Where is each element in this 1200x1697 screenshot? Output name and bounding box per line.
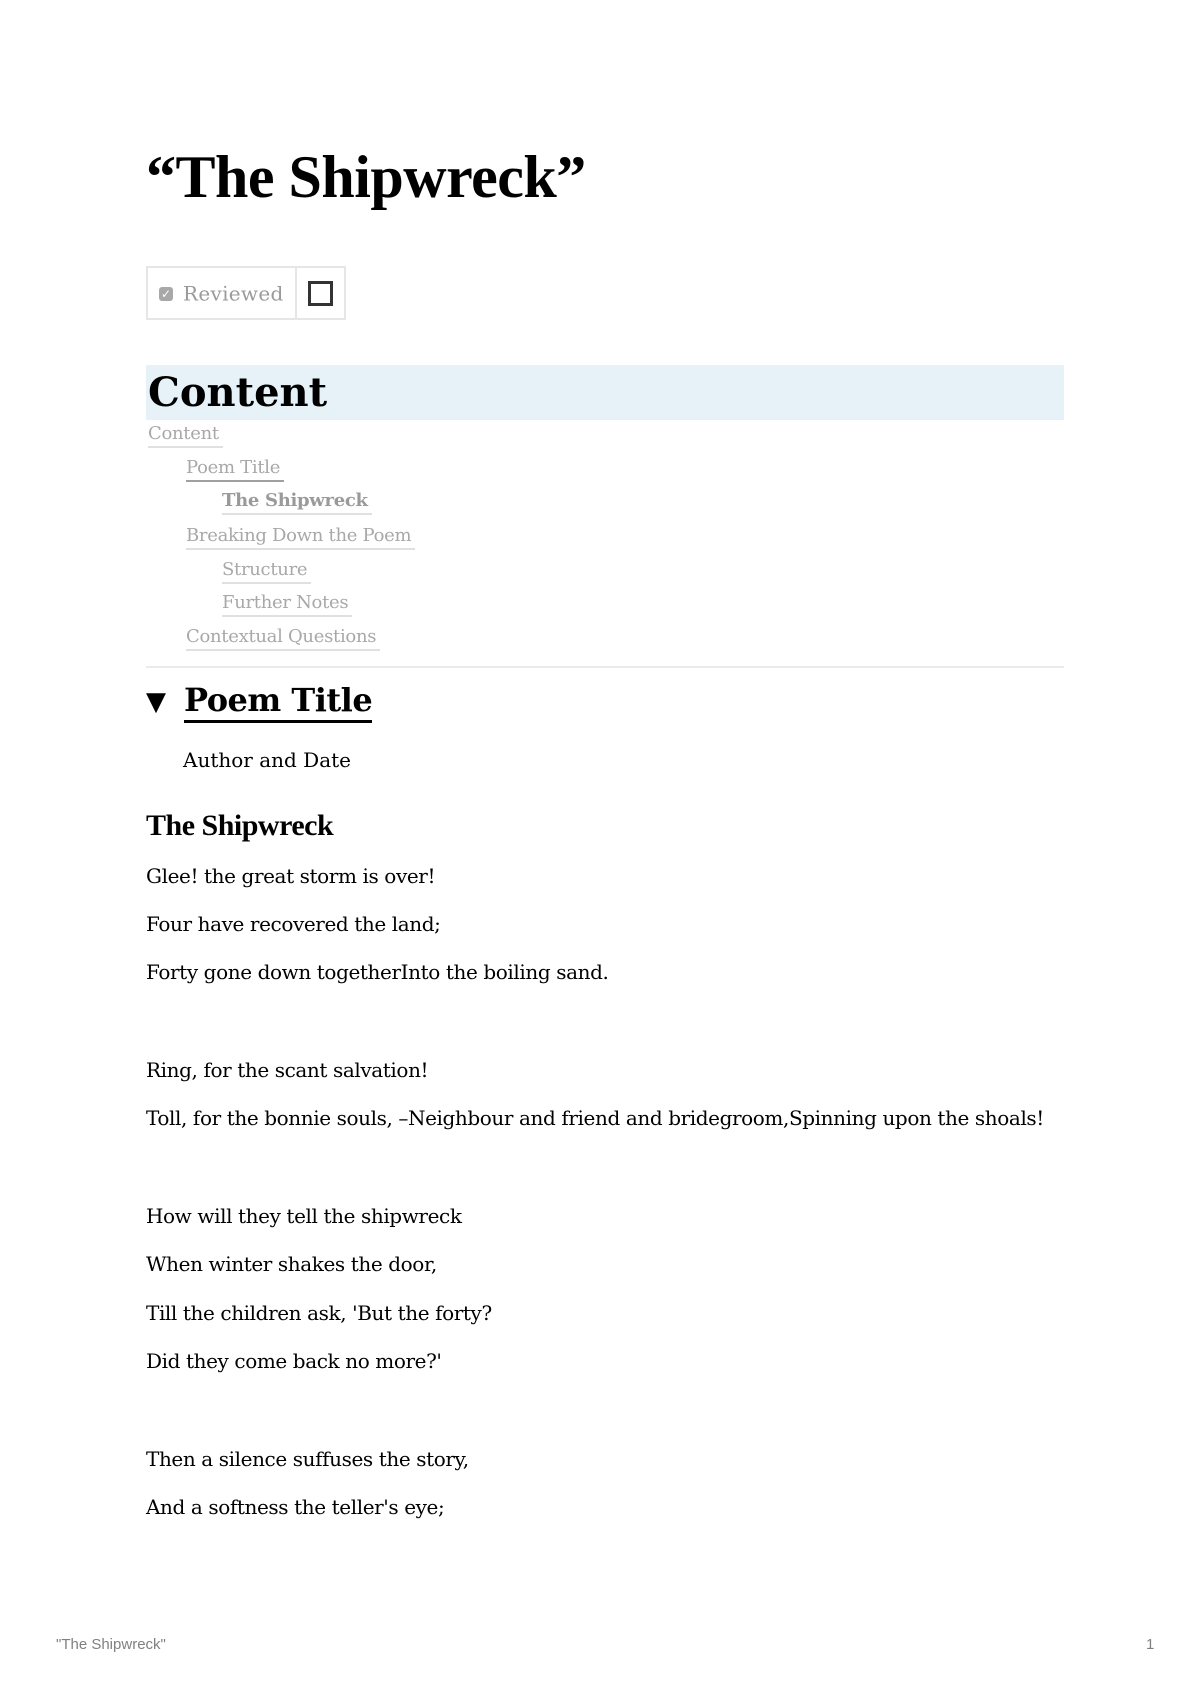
poem-heading: The Shipwreck [146,809,334,842]
toc-item-breaking-down-the-poem[interactable]: Breaking Down the Poem [186,524,416,550]
toc-item-the-shipwreck[interactable]: The Shipwreck [222,489,372,515]
property-label: Reviewed [183,281,284,306]
poem-line: Did they come back no more?' [146,1349,442,1373]
footer-document-title: "The Shipwreck" [56,1636,166,1653]
poem-title-toggle[interactable]: ▼ Poem Title [146,680,373,723]
property-name-cell: ✓ Reviewed [146,266,297,320]
poem-line: Till the children ask, 'But the forty? [146,1301,492,1325]
footer-page-number: 1 [1146,1636,1155,1653]
toc-item-content[interactable]: Content [148,422,223,448]
poem-line: When winter shakes the door, [146,1252,437,1276]
reviewed-checkbox[interactable] [307,281,333,306]
divider [146,666,1064,668]
properties-table: ✓ Reviewed [146,266,346,320]
poem-line: Forty gone down togetherInto the boiling… [146,960,609,984]
author-and-date: Author and Date [183,748,351,772]
toc-item-contextual-questions[interactable]: Contextual Questions [186,625,381,651]
checkbox-property-icon: ✓ [159,286,173,301]
toc-item-poem-title[interactable]: Poem Title [186,456,285,482]
toc-item-structure[interactable]: Structure [222,558,312,584]
content-section-heading: Content [146,365,1064,420]
document-title: “The Shipwreck” [146,144,586,210]
poem-line: Toll, for the bonnie souls, –Neighbour a… [146,1106,1044,1130]
property-value-cell[interactable] [294,266,346,320]
poem-line: Ring, for the scant salvation! [146,1058,429,1082]
poem-line: Glee! the great storm is over! [146,864,436,888]
poem-title-heading: Poem Title [184,680,373,723]
poem-line: Four have recovered the land; [146,912,441,936]
poem-line: How will they tell the shipwreck [146,1204,462,1228]
toc-item-further-notes[interactable]: Further Notes [222,591,353,617]
poem-line: And a softness the teller's eye; [146,1495,445,1519]
poem-line: Then a silence suffuses the story, [146,1447,469,1471]
toggle-triangle-down-icon[interactable]: ▼ [146,685,184,719]
